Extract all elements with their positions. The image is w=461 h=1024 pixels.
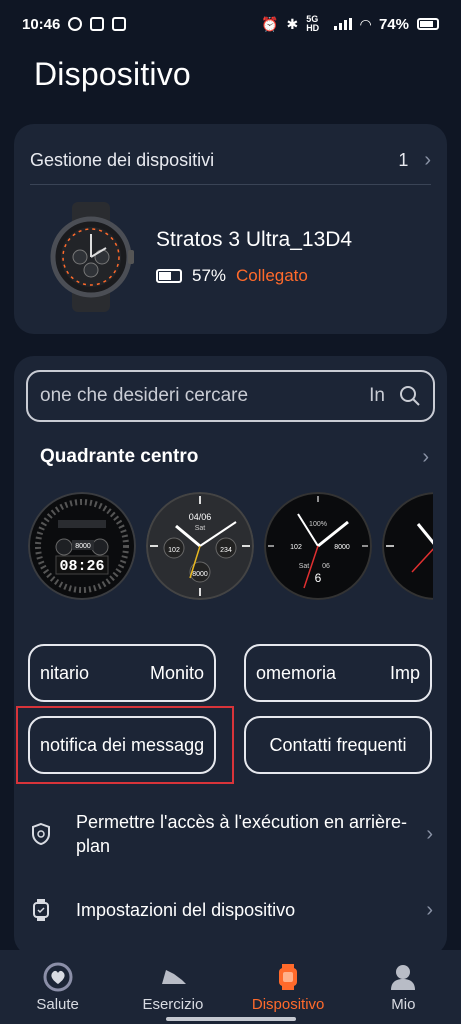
pill-label-b: Imp [389, 662, 420, 683]
bluetooth-icon: ✱ [286, 15, 299, 32]
nav-item-dispositivo[interactable]: Dispositivo [231, 950, 346, 1024]
device-features-card: one che desideri cercare In Quadrante ce… [14, 356, 447, 956]
image-icon [90, 17, 105, 31]
face3-right: 8000 [334, 544, 350, 551]
network-label: 5G HD [306, 14, 320, 33]
face3-day: Sat [299, 563, 310, 570]
nav-item-salute[interactable]: Salute [0, 950, 115, 1024]
message-notification-button[interactable]: notifica dei messagg [28, 716, 216, 774]
home-indicator [166, 1017, 296, 1021]
watch-face-1[interactable]: 8000 08:26 [28, 492, 136, 600]
pill-label: Contatti frequenti [269, 734, 407, 755]
chevron-right-icon: › [424, 148, 431, 171]
face3-left: 102 [290, 544, 302, 551]
page-title: Dispositivo [34, 56, 191, 92]
frequent-contacts-button[interactable]: Contatti frequenti [244, 716, 432, 774]
background-permission-label: Permettre l'accès à l'exécution en arriè… [76, 812, 408, 856]
nav-label: Mio [391, 995, 416, 1013]
search-placeholder: one che desideri cercare [40, 385, 249, 406]
watch-face-2[interactable]: 04/06 Sat 102 234 8000 [146, 492, 254, 600]
signal-icon [334, 18, 353, 30]
shield-icon [28, 821, 54, 847]
device-battery-percent: 57% [192, 266, 227, 285]
battery-icon [417, 18, 439, 30]
svg-text:6: 6 [315, 571, 322, 585]
pill-label-b: Monito [149, 662, 204, 683]
face1-time: 08:26 [59, 558, 104, 575]
chevron-right-icon: › [426, 822, 433, 845]
status-right: ⏰ ✱ 5G HD ◠ 74% [261, 15, 439, 33]
nav-item-esercizio[interactable]: Esercizio [115, 950, 230, 1024]
status-bar: 10:46 ⏰ ✱ 5G HD ◠ 74% [0, 0, 461, 48]
face1-steps: 8000 [75, 543, 91, 550]
whatsapp-icon [68, 17, 83, 31]
divider [30, 184, 431, 185]
chevron-right-icon: › [426, 898, 433, 921]
nav-label: Salute [36, 995, 79, 1013]
watch-image [50, 202, 134, 312]
face2-day: Sat [195, 525, 206, 532]
device-management-card[interactable]: Gestione dei dispositivi 1 › Stratos 3 U… [14, 124, 447, 334]
device-settings-label: Impostazioni del dispositivo [76, 900, 296, 920]
watch-icon [279, 963, 298, 990]
pill-label-a: nitario [40, 662, 90, 683]
face2-bottom: 8000 [192, 571, 208, 578]
device-management-header[interactable]: Gestione dei dispositivi 1 › [30, 142, 431, 178]
device-management-label: Gestione dei dispositivi [30, 149, 215, 170]
bottom-nav: Salute Esercizio Dispositivo Mio [0, 950, 461, 1024]
health-monitor-button[interactable]: nitario Monito [28, 644, 216, 702]
device-settings-row[interactable]: Impostazioni del dispositivo › [28, 882, 433, 938]
wifi-icon: ◠ [360, 15, 371, 32]
connection-status: Collegato [236, 266, 308, 285]
face2-left: 102 [168, 547, 180, 554]
user-icon [391, 964, 416, 990]
face2-date: 04/06 [189, 512, 212, 522]
health-icon [43, 962, 73, 991]
face3-pct: 100% [309, 521, 327, 528]
mail-icon [112, 17, 127, 31]
pill-label-a: omemoria [256, 662, 337, 683]
watch-faces-title[interactable]: Quadrante centro [40, 446, 198, 468]
device-count: 1 [398, 149, 409, 170]
status-time: 10:46 [22, 15, 61, 33]
shoe-icon [161, 969, 186, 984]
watch-face-4[interactable] [382, 492, 433, 600]
status-left: 10:46 [22, 15, 127, 33]
search-lang-hint: In [369, 385, 385, 406]
device-name: Stratos 3 Ultra_13D4 [156, 228, 353, 251]
search-input[interactable]: one che desideri cercare In [26, 370, 435, 422]
watch-faces-row: 8000 08:26 04/06 Sat 102 234 8000 100% 1… [28, 492, 433, 602]
nav-item-mio[interactable]: Mio [346, 950, 461, 1024]
alarm-icon: ⏰ [261, 15, 279, 32]
watch-face-3[interactable]: 100% 102 8000 6 06 Sat [264, 492, 372, 600]
battery-icon [156, 269, 182, 283]
pill-label: notifica dei messagg [40, 734, 205, 755]
background-permission-row[interactable]: Permettre l'accès à l'exécution en arriè… [28, 806, 433, 862]
chevron-right-icon[interactable]: › [422, 446, 429, 469]
nav-label: Dispositivo [251, 995, 325, 1013]
nav-label: Esercizio [142, 995, 204, 1013]
search-icon[interactable] [399, 385, 421, 407]
battery-percent: 74% [378, 15, 409, 33]
device-status: 57% Collegato [156, 266, 308, 286]
face3-bottom: 06 [322, 563, 330, 570]
watch-settings-icon [28, 897, 54, 923]
reminder-button[interactable]: omemoria Imp [244, 644, 432, 702]
face2-right: 234 [220, 547, 232, 554]
